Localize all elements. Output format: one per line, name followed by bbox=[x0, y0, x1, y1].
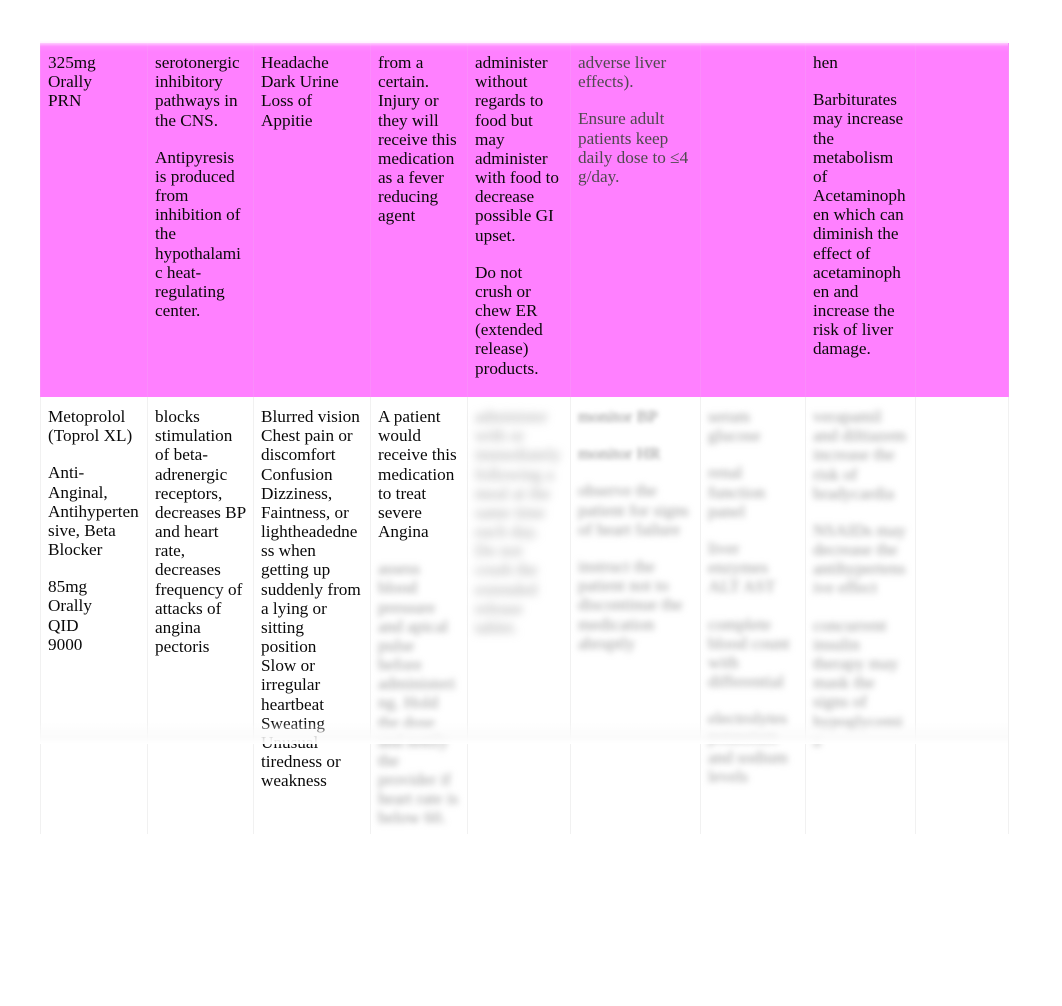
indication-text-blurred: assess blood pressure and apical pulse b… bbox=[378, 559, 463, 828]
interactions-text-2: Barbiturates may increase the metabolism… bbox=[813, 90, 908, 359]
cell-administration: administer with or immediately following… bbox=[467, 397, 571, 834]
cell-drug-dose: 325mg Orally PRN bbox=[40, 43, 148, 397]
cell-side-effects: Headache Dark Urine Loss of Appitie bbox=[253, 43, 371, 397]
cell-nursing: adverse liver effects). Ensure adult pat… bbox=[570, 43, 701, 397]
cell-extra bbox=[915, 397, 1009, 834]
nursing-text-2: Ensure adult patients keep daily dose to… bbox=[578, 109, 693, 186]
cell-administration: administer without regards to food but m… bbox=[467, 43, 571, 397]
side-effects-text: Blurred vision Chest pain or discomfort … bbox=[261, 407, 361, 791]
nursing-text-1: adverse liver effects). bbox=[578, 53, 671, 92]
side-effects-text: Headache Dark Urine Loss of Appitie bbox=[261, 53, 339, 130]
interactions-text-blurred-2: NSAIDs may decrease the antihypertensive… bbox=[813, 520, 911, 598]
table-row: Metoprolol (Toprol XL) Anti-Anginal, Ant… bbox=[40, 397, 1009, 834]
interactions-text-blurred-3: concurrent insulin therapy may mask the … bbox=[813, 615, 903, 750]
nursing-text-blurred-4: instruct the patient not to discontinue … bbox=[578, 557, 687, 653]
drug-class-text: Anti-Anginal, Antihypertensive, Beta Blo… bbox=[48, 463, 139, 560]
labs-text-blurred-1: serum glucose bbox=[708, 407, 761, 446]
cell-indication: A patient would receive this medication … bbox=[370, 397, 468, 834]
administration-text-2: Do not crush or chew ER (extended releas… bbox=[475, 262, 548, 378]
indication-text: from a certain. Injury or they will rece… bbox=[378, 53, 462, 226]
cell-action: blocks stimulation of beta-adrenergic re… bbox=[147, 397, 254, 834]
document-page: 325mg Orally PRN serotonergic inhibitory… bbox=[0, 0, 1062, 1006]
cell-action: serotonergic inhibitory pathways in the … bbox=[147, 43, 254, 397]
nursing-text-blurred-2: monitor HR bbox=[578, 444, 661, 464]
labs-text-blurred-2: renal function panel bbox=[708, 463, 770, 521]
labs-text-blurred-5: electrolytes potassium and sodium levels bbox=[708, 709, 793, 786]
nursing-text-blurred-3: observe the patient for signs of heart f… bbox=[578, 481, 694, 539]
drug-name-text: Metoprolol (Toprol XL) bbox=[48, 407, 133, 446]
drug-dose-text: 85mg Orally QID 9000 bbox=[48, 577, 92, 654]
cell-drug-dose: Metoprolol (Toprol XL) Anti-Anginal, Ant… bbox=[40, 397, 148, 834]
interactions-text-1: hen bbox=[813, 53, 838, 72]
cell-labs: serum glucose renal function panel liver… bbox=[700, 397, 806, 834]
interactions-text-blurred-1: verapamil and diltiazem increase the ris… bbox=[813, 407, 911, 503]
indication-text: A patient would receive this medication … bbox=[378, 407, 462, 542]
cell-labs bbox=[700, 43, 806, 397]
action-text-1: serotonergic inhibitory pathways in the … bbox=[155, 53, 244, 130]
drug-dose-text: 325mg Orally PRN bbox=[48, 53, 96, 111]
cell-indication: from a certain. Injury or they will rece… bbox=[370, 43, 468, 397]
cell-interactions: hen Barbiturates may increase the metabo… bbox=[805, 43, 916, 397]
cell-side-effects: Blurred vision Chest pain or discomfort … bbox=[253, 397, 371, 834]
administration-text-1: administer without regards to food but m… bbox=[475, 53, 564, 245]
medication-reference-table: 325mg Orally PRN serotonergic inhibitory… bbox=[40, 43, 1009, 834]
action-text: blocks stimulation of beta-adrenergic re… bbox=[155, 407, 250, 657]
labs-text-blurred-4: complete blood count with differential bbox=[708, 614, 794, 692]
cell-nursing: monitor BP monitor HR observe the patien… bbox=[570, 397, 701, 834]
cell-extra bbox=[915, 43, 1009, 397]
administration-text-blurred: administer with or immediately following… bbox=[475, 407, 566, 637]
cell-interactions: verapamil and diltiazem increase the ris… bbox=[805, 397, 916, 834]
labs-text-blurred-3: liver enzymes ALT AST bbox=[708, 538, 776, 597]
nursing-text-blurred-1: monitor BP bbox=[578, 407, 658, 426]
action-text-2: Antipyresis is produced from inhibition … bbox=[155, 147, 245, 321]
table-row: 325mg Orally PRN serotonergic inhibitory… bbox=[40, 43, 1009, 397]
